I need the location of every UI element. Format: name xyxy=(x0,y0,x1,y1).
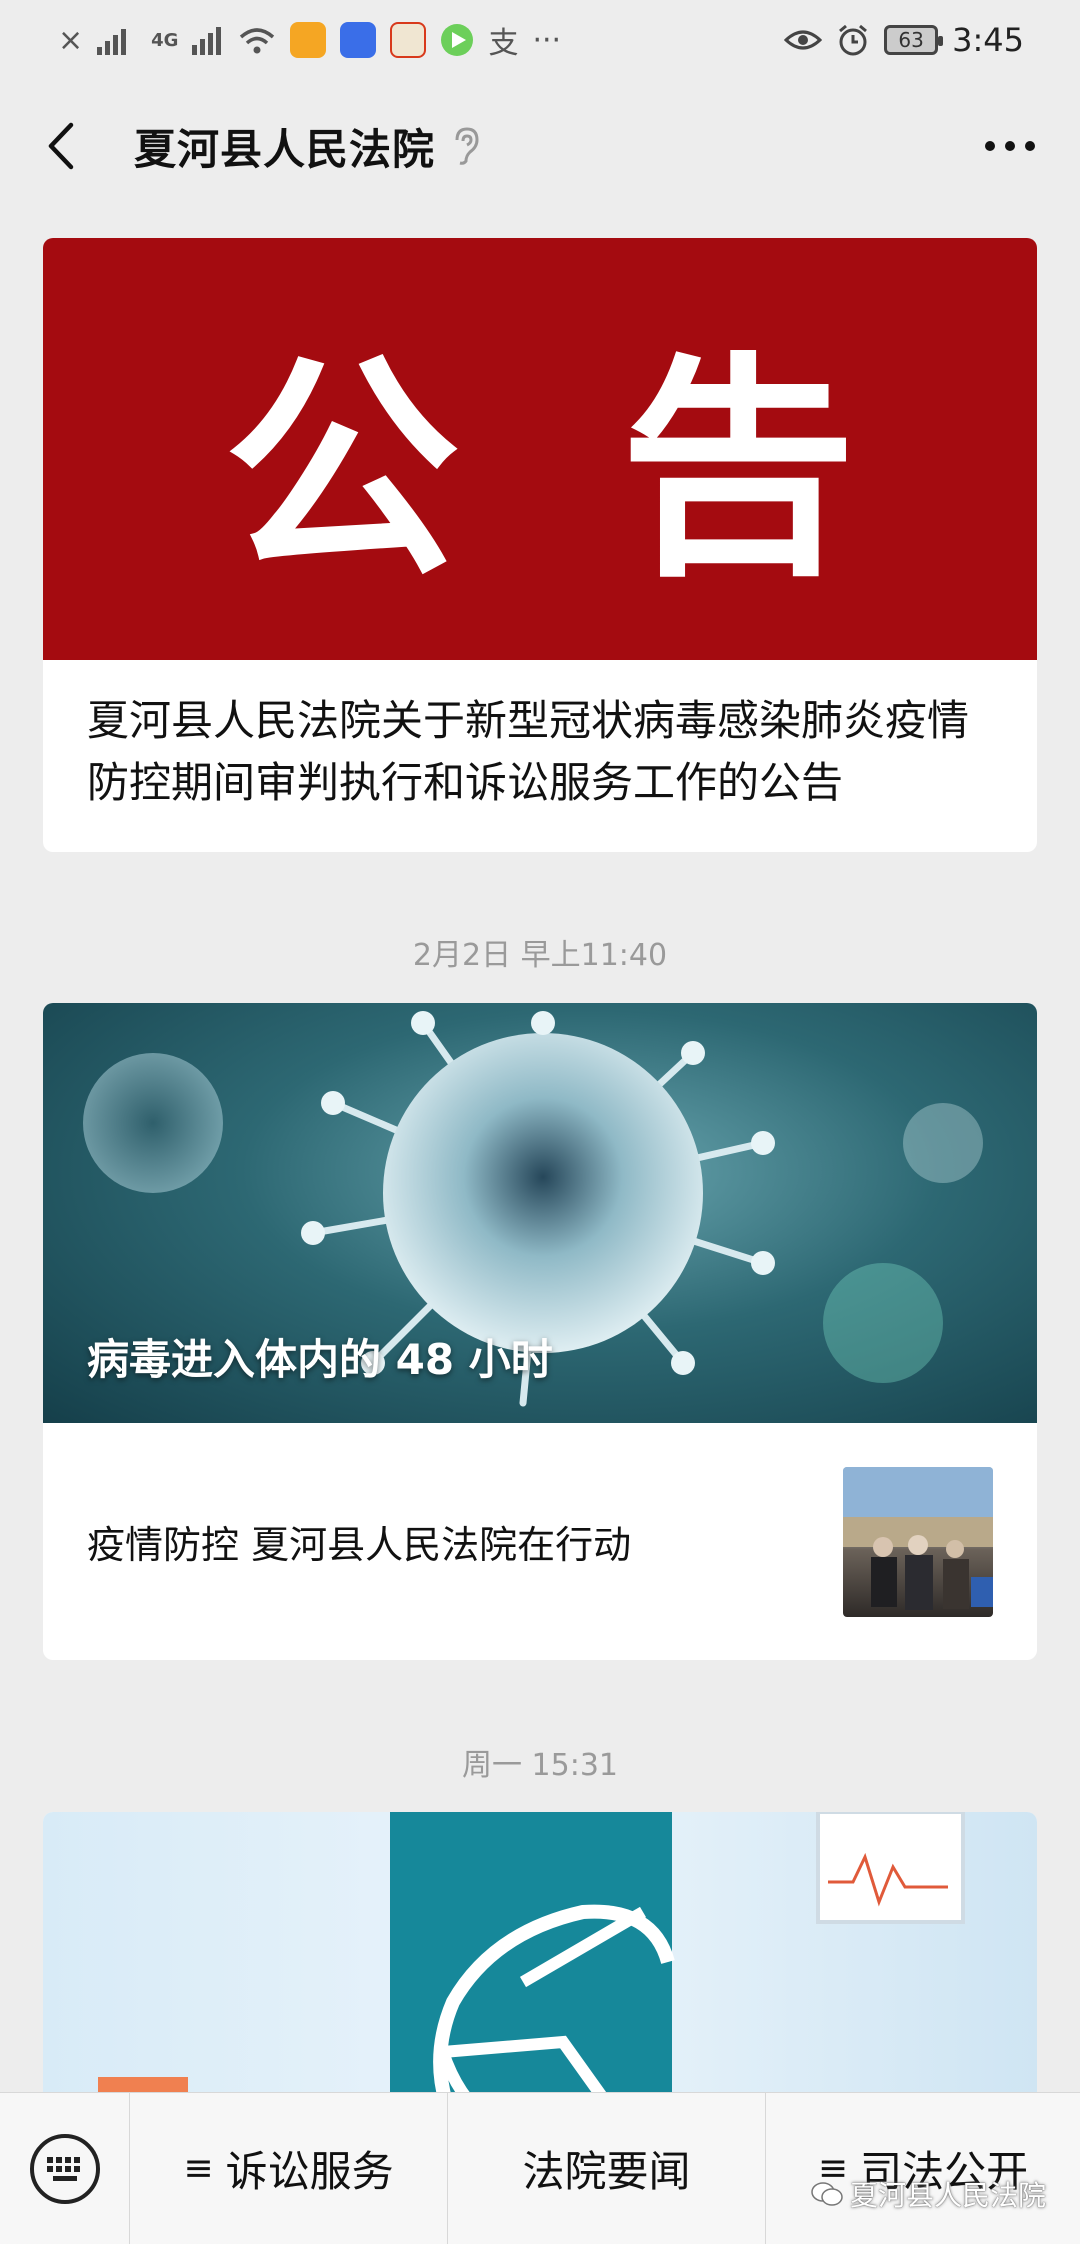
more-options-button[interactable] xyxy=(970,106,1050,186)
menu-list-icon: ≡ xyxy=(183,2148,214,2189)
menu-litigation-services[interactable]: ≡ 诉讼服务 xyxy=(130,2092,448,2244)
header-bar: 夏河县人民法院 xyxy=(0,80,1080,212)
watermark-text: 夏河县人民法院 xyxy=(849,2179,1046,2212)
page-title: 夏河县人民法院 xyxy=(134,124,436,174)
signal-icon xyxy=(97,29,127,55)
network-type-label: 4G xyxy=(151,29,179,51)
menu-label: 诉讼服务 xyxy=(225,2147,394,2196)
no-sim-icon: × xyxy=(58,22,84,58)
chevron-left-icon xyxy=(48,122,74,170)
watermark: 夏河县人民法院 xyxy=(810,2174,1046,2214)
banner-caption: 病毒进入体内的 48 小时 xyxy=(87,1335,553,1384)
sub-article-item[interactable]: 疫情防控 夏河县人民法院在行动 xyxy=(43,1423,1037,1660)
ear-icon[interactable] xyxy=(451,126,481,166)
message-timestamp: 2月2日 早上11:40 xyxy=(412,938,668,973)
menu-label: 法院要闻 xyxy=(522,2147,691,2196)
eye-icon xyxy=(784,30,823,50)
more-notifications-icon: ··· xyxy=(532,22,562,58)
status-right: 63 3:45 xyxy=(784,21,1024,59)
menu-judicial-disclosure[interactable]: ≡ 司法公开 xyxy=(766,2093,1080,2244)
article-card-group: 病毒进入体内的 48 小时 疫情防控 夏河县人民法院在行动 xyxy=(43,1003,1037,1660)
wechat-icon xyxy=(811,2182,843,2206)
menu-court-news[interactable]: 法院要闻 xyxy=(448,2092,766,2244)
status-bar: × 4G 支 ··· 63 3:45 xyxy=(0,0,1080,80)
baidu-app-icon xyxy=(340,22,377,58)
back-button[interactable] xyxy=(30,106,90,186)
message-timestamp-2: 周一 15:31 xyxy=(462,1748,618,1783)
sub-article-title: 疫情防控 夏河县人民法院在行动 xyxy=(87,1523,632,1567)
battery-indicator: 63 xyxy=(884,25,944,55)
news-app-icon xyxy=(390,22,427,58)
status-left: × 4G 支 ··· xyxy=(58,18,561,62)
video-app-icon xyxy=(441,24,474,56)
clock: 3:45 xyxy=(952,21,1024,59)
more-dots-icon xyxy=(985,141,1035,151)
virus-banner-image[interactable]: 病毒进入体内的 48 小时 xyxy=(43,1003,1037,1423)
page: × 4G 支 ··· 63 3:45 夏河县人民法院 公 告 夏河县人民法院关于… xyxy=(0,0,1080,2244)
notice-banner: 公 告 xyxy=(43,238,1037,660)
alipay-icon: 支 xyxy=(488,26,519,61)
article-title: 夏河县人民法院关于新型冠状病毒感染肺炎疫情防控期间审判执行和诉讼服务工作的公告 xyxy=(87,696,970,807)
people-photo-icon xyxy=(843,1466,993,1610)
banner-char-1: 公 xyxy=(223,333,460,608)
alarm-icon xyxy=(839,24,868,56)
article-card-notice[interactable]: 公 告 夏河县人民法院关于新型冠状病毒感染肺炎疫情防控期间审判执行和诉讼服务工作… xyxy=(43,238,1037,852)
keyboard-icon xyxy=(29,2133,100,2204)
wifi-icon xyxy=(240,28,275,54)
bottom-menu-bar: ≡ 诉讼服务 法院要闻 ≡ 司法公开 夏河县人民法院 xyxy=(0,2092,1080,2244)
keyboard-toggle-button[interactable] xyxy=(0,2092,130,2244)
banner-char-2: 告 xyxy=(620,333,857,608)
weibo-app-icon xyxy=(290,22,327,58)
signal-icon-2 xyxy=(192,27,222,55)
article-thumbnail xyxy=(843,1466,993,1617)
